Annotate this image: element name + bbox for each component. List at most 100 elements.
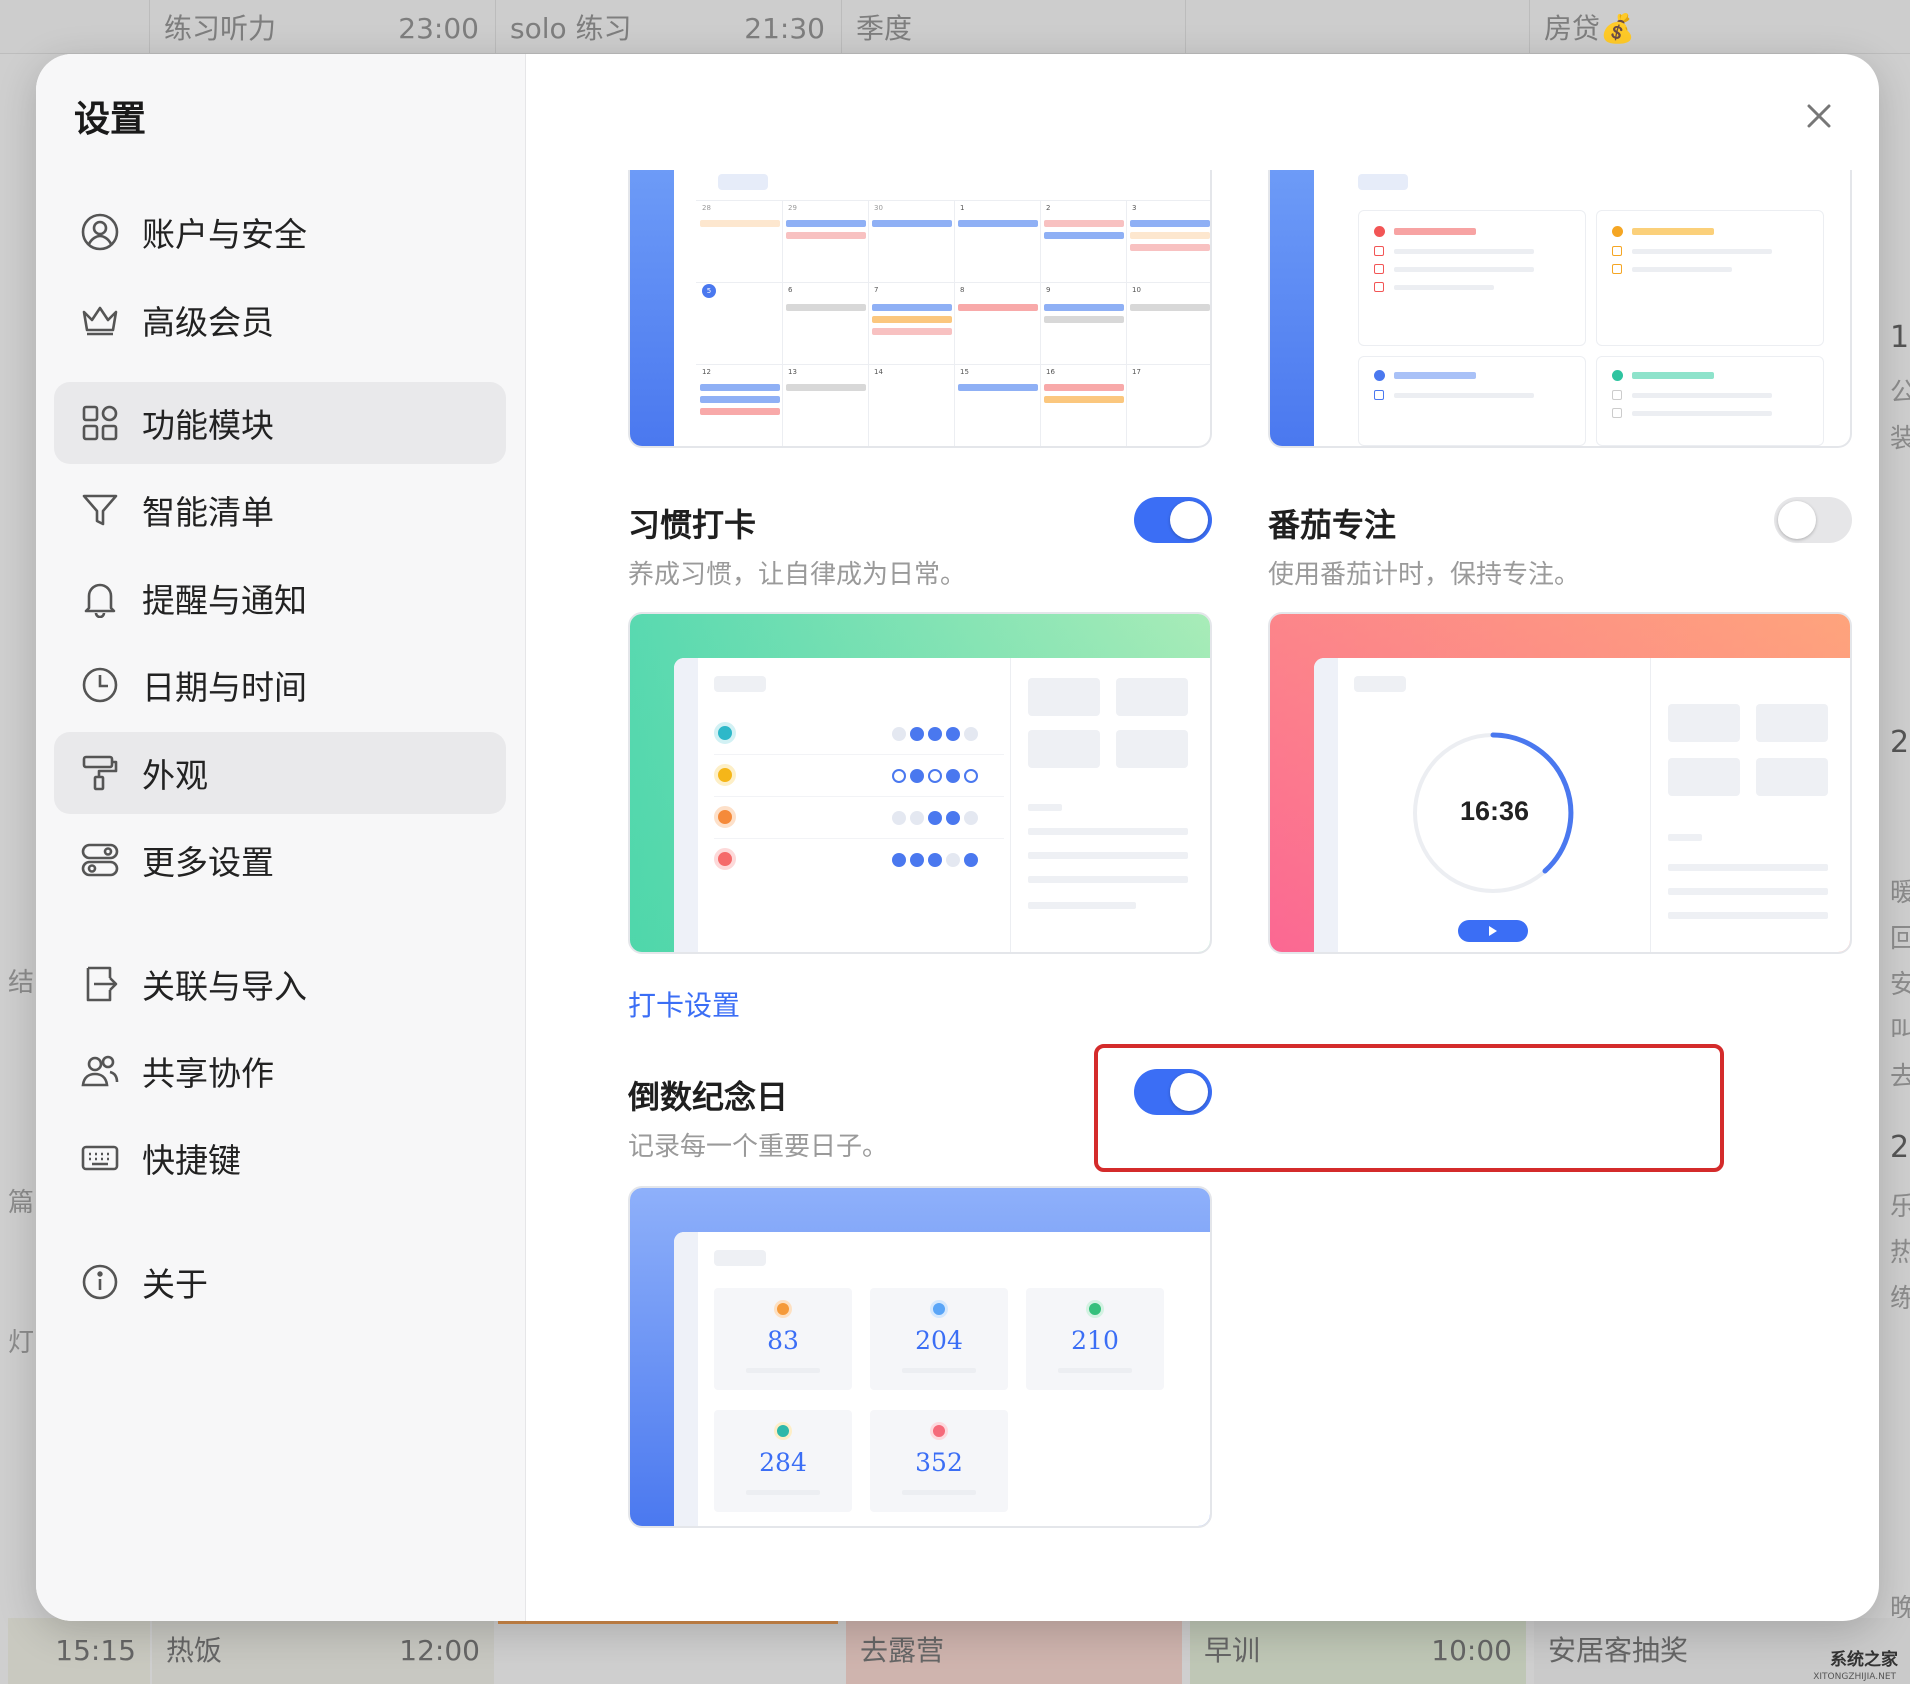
filter-icon — [80, 490, 120, 530]
list-preview-card — [1268, 170, 1852, 448]
day-number: 3 — [1132, 204, 1137, 212]
calendar-fragment: 乐 — [1890, 1192, 1910, 1222]
day-number: 28 — [702, 204, 711, 212]
nav-label: 关于 — [142, 1265, 208, 1304]
day-number: 12 — [702, 368, 711, 376]
bell-icon — [80, 578, 120, 618]
event-title: 房贷💰 — [1544, 12, 1635, 45]
users-icon — [80, 1051, 120, 1091]
nav-label: 快捷键 — [142, 1141, 241, 1180]
countdown-toggle[interactable] — [1134, 1069, 1212, 1115]
calendar-preview-card: 28 29 30 1 2 3 5 6 7 8 9 10 12 13 14 15 … — [628, 170, 1212, 448]
calendar-fragment: 结 — [8, 968, 35, 998]
calendar-fragment: 2 — [1890, 725, 1910, 760]
habit-title: 习惯打卡 — [628, 506, 757, 544]
calendar-fragment: 公 — [1890, 378, 1910, 408]
nav-item-appearance[interactable]: 外观 — [54, 732, 506, 814]
day-number: 1 — [960, 204, 965, 212]
event-time: 23:00 — [398, 12, 479, 45]
habit-preview-card — [628, 612, 1212, 954]
calendar-fragment: 热 — [1890, 1238, 1910, 1268]
calendar-event[interactable]: solo 练习 21:30 — [496, 0, 842, 54]
settings-title: 设置 — [74, 99, 147, 140]
nav-label: 功能模块 — [142, 406, 274, 445]
calendar-event[interactable]: 早训 10:00 — [1190, 1618, 1526, 1684]
toggles-icon — [80, 840, 120, 880]
countdown-number: 83 — [767, 1326, 799, 1355]
calendar-fragment: 1 — [1890, 320, 1910, 355]
nav-item-more-settings[interactable]: 更多设置 — [54, 819, 506, 901]
habit-settings-link[interactable]: 打卡设置 — [628, 984, 740, 1024]
calendar-event[interactable]: 房贷💰 — [1530, 0, 1910, 54]
nav-item-smart-list[interactable]: 智能清单 — [54, 469, 506, 551]
calendar-fragment: 练 — [1890, 1284, 1910, 1314]
calendar-event[interactable]: 15:15 — [8, 1618, 150, 1684]
calendar-fragment: 叫 — [1890, 1016, 1910, 1046]
habit-toggle[interactable] — [1134, 497, 1212, 543]
nav-label: 更多设置 — [142, 843, 274, 882]
nav-item-sharing[interactable]: 共享协作 — [54, 1030, 506, 1112]
nav-item-reminders[interactable]: 提醒与通知 — [54, 557, 506, 639]
nav-item-shortcuts[interactable]: 快捷键 — [54, 1117, 506, 1199]
nav-item-modules[interactable]: 功能模块 — [54, 382, 506, 464]
pomodoro-title: 番茄专注 — [1268, 506, 1397, 544]
nav-label: 提醒与通知 — [142, 581, 307, 620]
watermark: 系统之家 — [1830, 1650, 1898, 1670]
timer-text: 16:36 — [1460, 796, 1530, 826]
modules-icon — [80, 403, 120, 443]
pomodoro-preview-card: 16:36 — [1268, 612, 1852, 954]
paint-roller-icon — [80, 753, 120, 793]
calendar-fragment: 回 — [1890, 924, 1910, 954]
calendar-fragment: 2 — [1890, 1130, 1910, 1165]
calendar-fragment: 灯 — [8, 1328, 35, 1358]
calendar-event[interactable]: 练习听力 23:00 — [150, 0, 496, 54]
nav-label: 共享协作 — [142, 1054, 274, 1093]
nav-item-date-time[interactable]: 日期与时间 — [54, 644, 506, 726]
calendar-cell — [1186, 0, 1530, 54]
nav-item-about[interactable]: 关于 — [54, 1241, 506, 1323]
pomodoro-toggle[interactable] — [1774, 497, 1852, 543]
event-title: solo 练习 — [510, 12, 632, 45]
clock-icon — [80, 665, 120, 705]
countdown-title: 倒数纪念日 — [628, 1078, 789, 1116]
day-number: 8 — [960, 286, 965, 294]
play-button — [1458, 920, 1528, 942]
day-number: 17 — [1132, 368, 1141, 376]
calendar-fragment: 安 — [1890, 970, 1910, 1000]
day-number: 13 — [788, 368, 797, 376]
day-number: 10 — [1132, 286, 1141, 294]
calendar-fragment: 暖 — [1890, 878, 1910, 908]
event-time: 10:00 — [1431, 1634, 1512, 1667]
nav-item-account-security[interactable]: 账户与安全 — [54, 191, 506, 273]
nav-label: 智能清单 — [142, 493, 274, 532]
calendar-cell — [498, 1618, 838, 1684]
calendar-top-row: 练习听力 23:00 solo 练习 21:30 季度 房贷💰 — [0, 0, 1910, 54]
day-number: 5 — [702, 284, 716, 298]
day-number: 7 — [874, 286, 879, 294]
nav-label: 账户与安全 — [142, 215, 307, 254]
info-icon — [80, 1262, 120, 1302]
calendar-event[interactable]: 去露营 — [846, 1618, 1182, 1684]
nav-label: 高级会员 — [142, 303, 274, 342]
nav-item-premium[interactable]: 高级会员 — [54, 279, 506, 361]
nav-label: 关联与导入 — [142, 967, 307, 1006]
calendar-fragment: 篇 — [8, 1188, 35, 1218]
watermark-sub: XITONGZHIJIA.NET — [1813, 1672, 1896, 1682]
event-time: 12:00 — [399, 1634, 480, 1667]
calendar-fragment: 去 — [1890, 1062, 1910, 1092]
nav-label: 外观 — [142, 756, 208, 795]
day-number: 29 — [788, 204, 797, 212]
crown-icon — [80, 300, 120, 340]
event-title: 练习听力 — [164, 12, 277, 45]
countdown-description: 记录每一个重要日子。 — [628, 1132, 889, 1162]
day-number: 9 — [1046, 286, 1051, 294]
day-number: 6 — [788, 286, 793, 294]
event-title: 早训 — [1204, 1634, 1261, 1667]
keyboard-icon — [80, 1138, 120, 1178]
import-icon — [80, 964, 120, 1004]
modules-content: 28 29 30 1 2 3 5 6 7 8 9 10 12 13 14 15 … — [526, 54, 1879, 1621]
nav-item-import[interactable]: 关联与导入 — [54, 943, 506, 1025]
calendar-event[interactable]: 季度 — [842, 0, 1186, 54]
day-number: 14 — [874, 368, 883, 376]
calendar-event[interactable]: 热饭 12:00 — [152, 1618, 494, 1684]
